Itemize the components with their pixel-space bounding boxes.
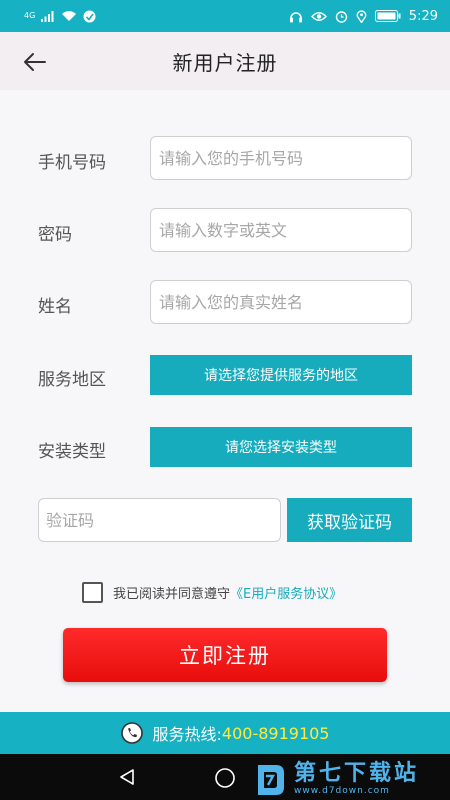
- clock-time: 5:29: [408, 8, 438, 24]
- agreement-link[interactable]: 《E用户服务协议》: [230, 587, 342, 602]
- status-right: 5:29: [289, 9, 438, 24]
- agreement-checkbox[interactable]: [82, 582, 103, 603]
- verification-code-input[interactable]: [38, 498, 281, 542]
- region-row: 服务地区 请选择您提供服务的地区: [0, 354, 450, 398]
- back-button[interactable]: [18, 45, 52, 79]
- watermark-url: www.d7down.com: [294, 785, 390, 796]
- watermark-text: 第七下载站 www.d7down.com: [294, 762, 419, 795]
- region-select-button[interactable]: 请选择您提供服务的地区: [150, 355, 412, 395]
- battery-icon: [374, 10, 401, 22]
- back-triangle-icon[interactable]: [118, 768, 136, 786]
- name-label: 姓名: [38, 297, 72, 317]
- region-label: 服务地区: [38, 370, 106, 390]
- password-label: 密码: [38, 225, 72, 245]
- install-type-select-button[interactable]: 请您选择安装类型: [150, 427, 412, 467]
- app-notification-icon: [83, 10, 96, 23]
- install-type-label: 安装类型: [38, 442, 106, 462]
- phone-row: 手机号码: [0, 136, 450, 180]
- app-header: 新用户注册: [0, 32, 450, 90]
- watermark-name: 第七下载站: [294, 761, 420, 787]
- phone-icon: [120, 722, 143, 744]
- phone-label: 手机号码: [38, 153, 106, 173]
- site-watermark: 第七下载站 www.d7down.com: [254, 758, 450, 800]
- status-bar: 4G 5:29: [0, 0, 450, 32]
- agreement-text: 我已阅读并同意遵守: [113, 587, 231, 602]
- phone-input[interactable]: [150, 136, 412, 180]
- get-code-button[interactable]: 获取验证码: [287, 498, 412, 542]
- alarm-icon: [335, 10, 348, 23]
- hotline-label: 服务热线:: [152, 725, 222, 744]
- watermark-logo-icon: [258, 765, 284, 795]
- agreement-row: 我已阅读并同意遵守《E用户服务协议》: [82, 582, 342, 603]
- hotline-number[interactable]: 400-8919105: [222, 724, 330, 743]
- password-input[interactable]: [150, 208, 412, 252]
- install-type-row: 安装类型 请您选择安装类型: [0, 426, 450, 470]
- home-circle-icon[interactable]: [214, 767, 236, 789]
- password-row: 密码: [0, 208, 450, 252]
- name-input[interactable]: [150, 280, 412, 324]
- arrow-left-icon: [24, 53, 46, 71]
- network-type: 4G: [24, 11, 36, 20]
- signal-icon: [41, 10, 55, 22]
- name-row: 姓名: [0, 280, 450, 324]
- page-title: 新用户注册: [172, 50, 278, 75]
- status-left: 4G: [24, 10, 96, 23]
- wifi-icon: [61, 10, 77, 22]
- hotline-bar: 服务热线: 400-8919105: [0, 712, 450, 754]
- location-icon: [356, 9, 367, 23]
- register-button[interactable]: 立即注册: [63, 628, 387, 682]
- eye-icon: [310, 11, 327, 22]
- headset-icon: [289, 10, 303, 23]
